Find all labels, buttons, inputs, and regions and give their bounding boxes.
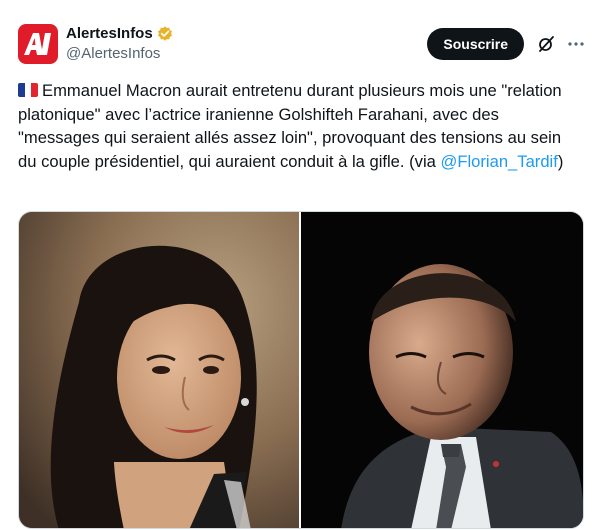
handle[interactable]: @AlertesInfos [66, 44, 174, 64]
france-flag-icon [18, 83, 38, 97]
man-portrait-photo[interactable] [301, 212, 583, 528]
account-names: AlertesInfos @AlertesInfos [66, 24, 174, 64]
more-options-icon[interactable] [566, 34, 586, 54]
man-portrait-illustration [301, 212, 583, 528]
subscribe-button[interactable]: Souscrire [427, 28, 524, 60]
woman-portrait-illustration [19, 212, 299, 528]
tweet-body-end: ) [557, 151, 564, 171]
grok-icon[interactable] [536, 34, 556, 54]
tweet-header: AlertesInfos @AlertesInfos Souscrire [18, 22, 586, 66]
avatar[interactable] [18, 24, 58, 64]
tweet-card[interactable]: AlertesInfos @AlertesInfos Souscrire Emm… [0, 0, 600, 530]
display-name[interactable]: AlertesInfos [66, 24, 153, 44]
mention-link[interactable]: @Florian_Tardif [440, 152, 557, 171]
verified-badge-icon [157, 26, 172, 41]
display-name-row: AlertesInfos [66, 24, 174, 44]
tweet-text: Emmanuel Macron aurait entretenu durant … [18, 79, 584, 173]
header-actions: Souscrire [427, 28, 586, 60]
alertesinfos-logo-icon [24, 33, 51, 55]
media-grid [18, 211, 584, 529]
woman-portrait-photo[interactable] [19, 212, 299, 528]
